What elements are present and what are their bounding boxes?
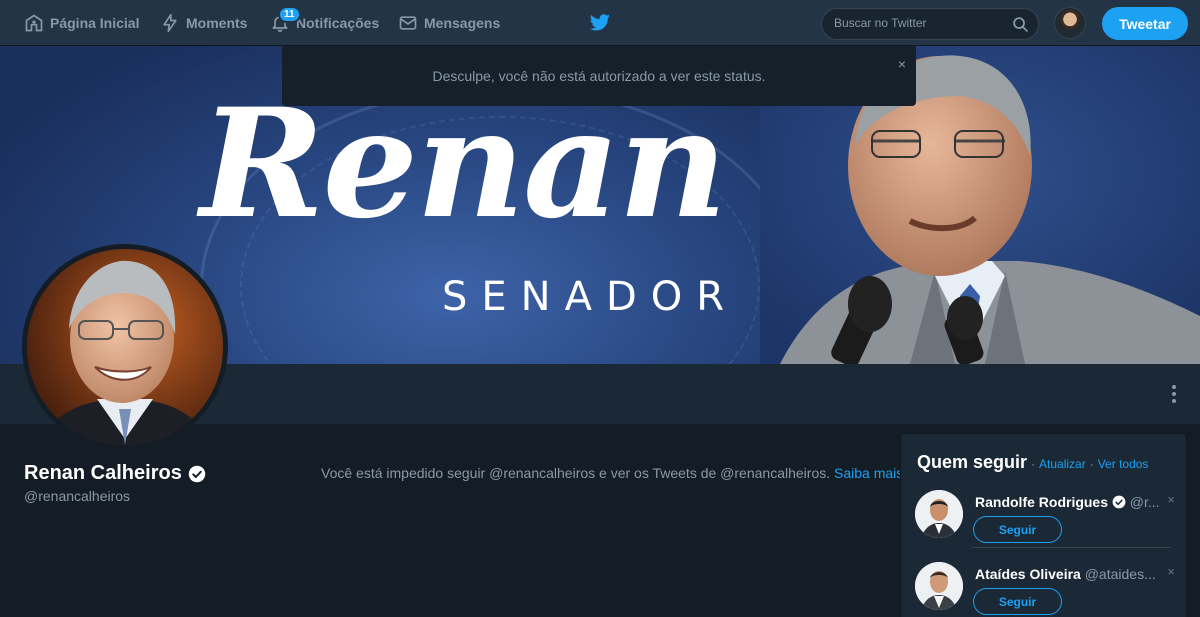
suggestion-name: Randolfe Rodrigues <box>975 494 1109 510</box>
nav-messages-label: Mensagens <box>424 15 501 31</box>
suggestion-avatar[interactable] <box>915 562 963 610</box>
nav-notifications-label: Notificações <box>296 15 380 31</box>
nav-notifications[interactable]: 11 Notificações <box>270 0 379 46</box>
profile-avatar[interactable] <box>22 244 228 450</box>
suggestion-item: Randolfe Rodrigues @r... × Seguir <box>915 490 1175 548</box>
profile-handle: @renancalheiros <box>24 488 131 504</box>
dismiss-suggestion-icon[interactable]: × <box>1167 492 1175 507</box>
verified-badge-icon <box>188 465 206 482</box>
who-to-follow-header: Quem seguir · Atualizar · Ver todos <box>917 452 1148 473</box>
banner-subtitle: SENADOR <box>442 274 739 320</box>
search-box[interactable] <box>821 8 1039 40</box>
follow-button[interactable]: Seguir <box>973 588 1062 615</box>
suggestion-handle: @ataides... <box>1084 566 1156 582</box>
suggestion-handle: @r... <box>1129 494 1160 510</box>
profile-avatar-photo <box>27 249 223 445</box>
follow-button[interactable]: Seguir <box>973 516 1062 543</box>
suggestion-avatar[interactable] <box>915 490 963 538</box>
blocked-message: Você está impedido seguir @renancalheiro… <box>321 465 831 481</box>
top-navigation: Página Inicial Moments 11 Notificações M… <box>0 0 1200 46</box>
suggestion-name-row[interactable]: Randolfe Rodrigues @r... <box>975 494 1160 510</box>
learn-more-link[interactable]: Saiba mais <box>834 465 903 481</box>
view-all-link[interactable]: Ver todos <box>1098 457 1149 471</box>
nav-moments[interactable]: Moments <box>160 0 247 46</box>
who-to-follow-panel: Quem seguir · Atualizar · Ver todos Rand… <box>900 433 1187 617</box>
suggestion-name: Ataídes Oliveira <box>975 566 1081 582</box>
nav-home[interactable]: Página Inicial <box>24 0 139 46</box>
home-icon <box>25 14 43 32</box>
notifications-badge: 11 <box>278 6 301 23</box>
suggestion-item: Ataídes Oliveira @ataides... × Seguir <box>915 562 1175 617</box>
more-options-icon[interactable] <box>1164 382 1184 406</box>
suggestion-name-row[interactable]: Ataídes Oliveira @ataides... <box>975 566 1156 582</box>
divider <box>971 547 1171 548</box>
close-icon[interactable]: × <box>898 56 906 72</box>
profile-name[interactable]: Renan Calheiros <box>24 462 182 485</box>
status-alert: Desculpe, você não está autorizado a ver… <box>282 46 916 106</box>
nav-moments-label: Moments <box>186 15 248 31</box>
user-avatar[interactable] <box>1054 7 1086 39</box>
alert-message: Desculpe, você não está autorizado a ver… <box>432 68 766 84</box>
twitter-bird-icon[interactable] <box>589 13 611 33</box>
tweet-button[interactable]: Tweetar <box>1102 7 1188 40</box>
search-input[interactable] <box>834 16 1004 30</box>
profile-name-row: Renan Calheiros <box>24 462 206 485</box>
verified-badge-icon <box>1112 495 1126 509</box>
who-to-follow-title: Quem seguir <box>917 452 1028 472</box>
separator-dot: · <box>1089 457 1094 471</box>
blocked-notice: Você está impedido seguir @renancalheiro… <box>321 465 903 481</box>
separator-dot: · <box>1031 457 1036 471</box>
envelope-icon <box>399 16 417 30</box>
search-icon[interactable] <box>1012 16 1029 33</box>
nav-messages[interactable]: Mensagens <box>398 0 500 46</box>
nav-home-label: Página Inicial <box>50 15 140 31</box>
dismiss-suggestion-icon[interactable]: × <box>1167 564 1175 579</box>
refresh-link[interactable]: Atualizar <box>1039 457 1086 471</box>
lightning-icon <box>163 13 177 33</box>
